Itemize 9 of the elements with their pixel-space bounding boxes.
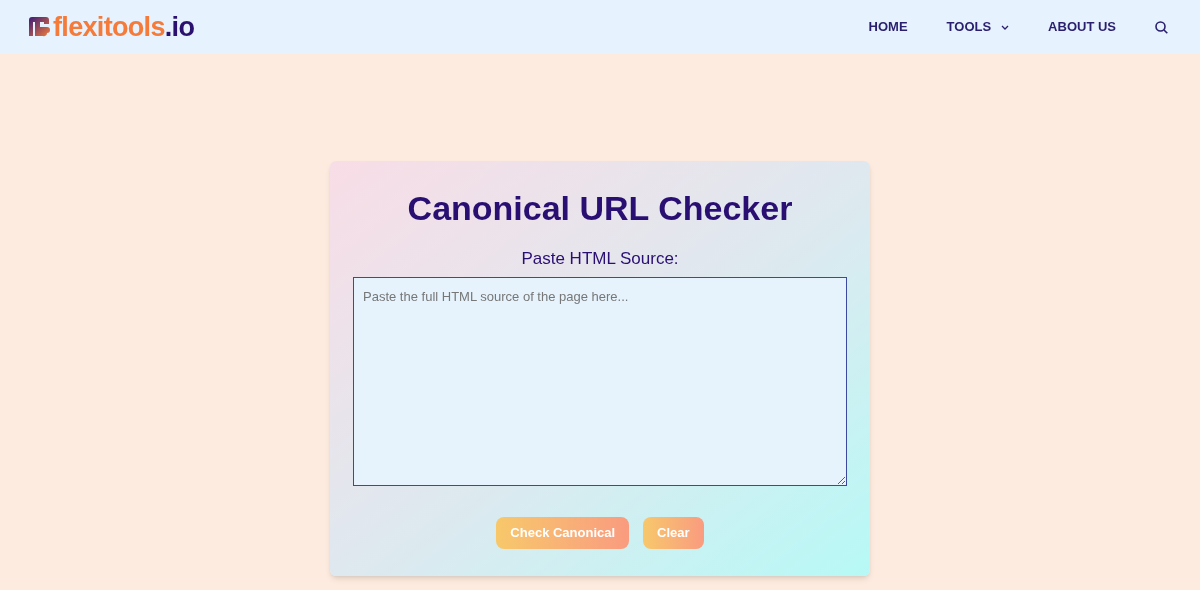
logo-icon: [27, 16, 51, 38]
field-label: Paste HTML Source:: [521, 247, 679, 270]
tool-title: Canonical URL Checker: [407, 188, 793, 229]
nav-link[interactable]: ABOUT US: [1048, 17, 1116, 37]
nav-link[interactable]: HOME: [868, 17, 908, 37]
site-logo[interactable]: flexitools.io: [27, 13, 195, 41]
nav-link[interactable]: TOOLS: [946, 17, 1010, 37]
html-source-field[interactable]: Paste the full HTML source of the page here...: [353, 277, 847, 486]
search-icon[interactable]: [1155, 20, 1168, 34]
